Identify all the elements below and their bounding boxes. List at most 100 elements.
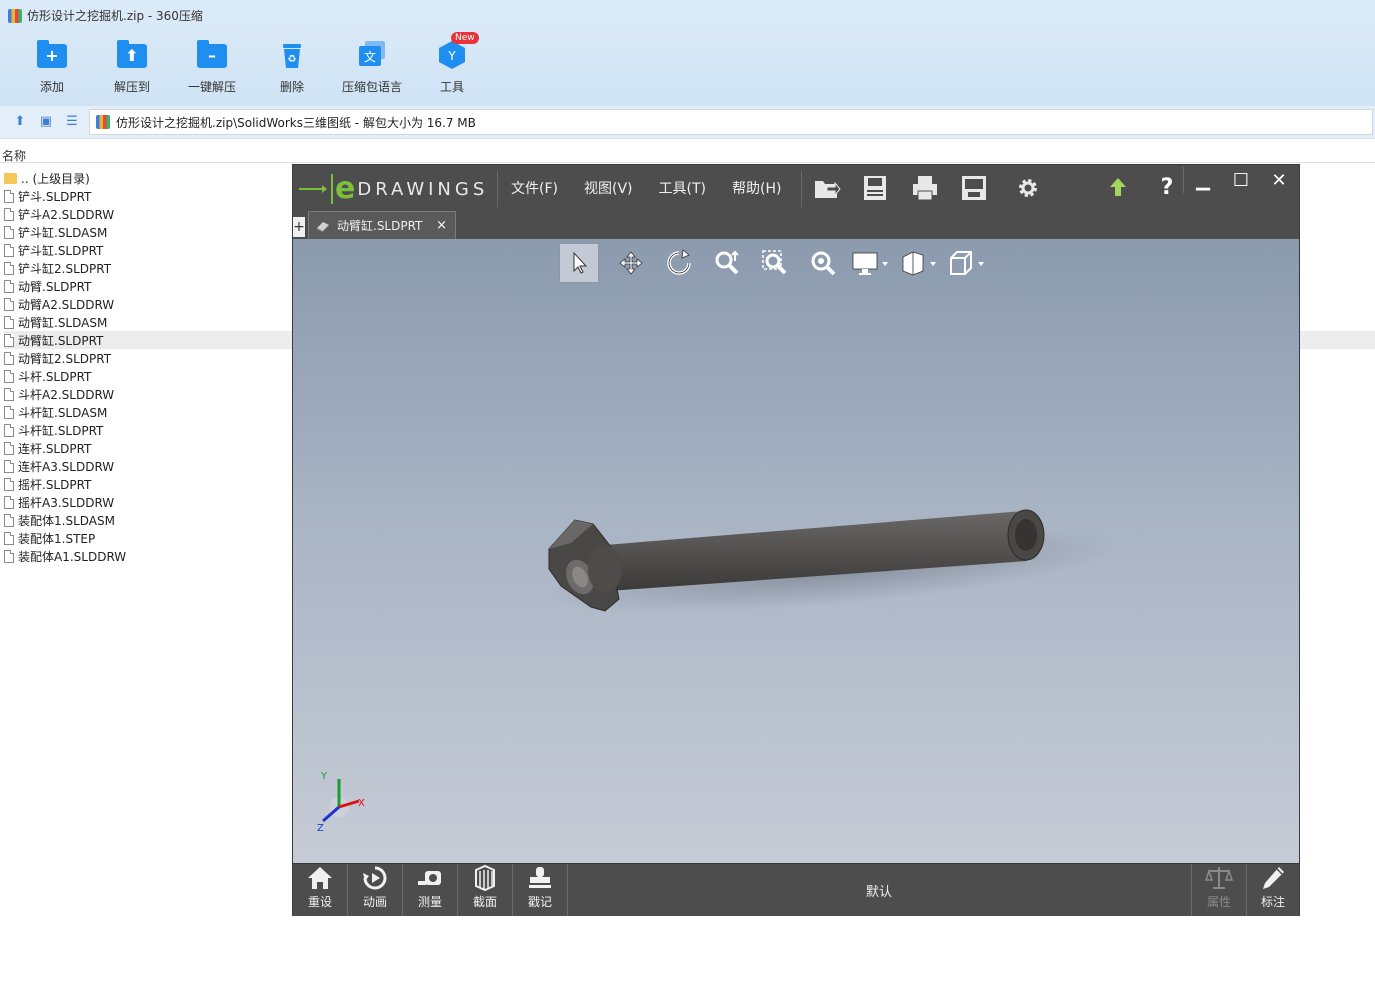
up-arrow-icon[interactable]: ⬆ (13, 115, 27, 129)
menu-view[interactable]: 视图(V) (584, 178, 633, 198)
list-item[interactable]: 动臂A2.SLDDRW (4, 295, 294, 313)
save-icon[interactable] (861, 175, 889, 201)
list-item[interactable]: 动臂缸.SLDASM (4, 313, 294, 331)
stamp-icon (529, 867, 551, 888)
triad-z-label: Z (317, 823, 324, 834)
new-tab-button[interactable]: + (293, 217, 305, 237)
list-item[interactable]: 斗杆.SLDPRT (4, 367, 294, 385)
section-button[interactable]: 截面 (458, 864, 513, 916)
extract-to-button[interactable]: ⬆ 解压到 (92, 38, 172, 95)
list-item[interactable]: 斗杆缸.SLDPRT (4, 421, 294, 439)
3d-viewport[interactable]: Y X Z (293, 239, 1299, 863)
list-item[interactable]: 摇杆.SLDPRT (4, 475, 294, 493)
tools-button[interactable]: Y New 工具 (412, 32, 492, 95)
configuration-name[interactable]: 默认 (567, 864, 1191, 916)
list-item-label: 装配体A1.SLDDRW (18, 549, 127, 564)
list-item[interactable]: 铲斗.SLDPRT (4, 187, 294, 205)
add-label: 添加 (39, 80, 64, 94)
list-item[interactable]: 斗杆缸.SLDASM (4, 403, 294, 421)
menu-bar: 文件(F) 视图(V) 工具(T) 帮助(H) (499, 165, 781, 211)
home-icon (308, 867, 332, 889)
tab-close-icon[interactable]: × (436, 218, 447, 233)
one-click-extract-icon: – (195, 38, 229, 72)
thumbnail-view-icon[interactable]: ▣ (39, 115, 53, 129)
delete-button[interactable]: ♻ 删除 (252, 38, 332, 95)
add-icon: + (35, 38, 69, 72)
window-title-text: 仿形设计之挖掘机.zip - 360压缩 (27, 9, 203, 23)
reset-label: 重设 (307, 895, 332, 909)
file-icon (4, 351, 14, 365)
list-item[interactable]: 斗杆A2.SLDDRW (4, 385, 294, 403)
part-icon (317, 221, 329, 232)
logo-e-icon: e (331, 174, 355, 204)
edrawings-header: e DRAWINGS 文件(F) 视图(V) 工具(T) 帮助(H) ? ▁ ☐… (293, 165, 1299, 211)
pencil-icon (1263, 867, 1284, 889)
list-item[interactable]: 动臂缸2.SLDPRT (4, 349, 294, 367)
list-item-label: .. (上级目录) (21, 171, 90, 186)
list-item[interactable]: 铲斗缸2.SLDPRT (4, 259, 294, 277)
delete-label: 删除 (279, 80, 304, 94)
recycle-bin-icon: ♻ (275, 38, 309, 72)
column-divider (0, 162, 1375, 163)
publish-icon[interactable] (960, 175, 988, 201)
properties-button[interactable]: 属性 (1191, 864, 1247, 916)
open-file-icon[interactable] (813, 175, 841, 201)
file-icon (4, 441, 14, 455)
markup-button[interactable]: 标注 (1246, 864, 1300, 916)
extract-to-label: 解压到 (113, 80, 150, 94)
settings-gear-icon[interactable] (1014, 175, 1042, 201)
list-item-label: 摇杆.SLDPRT (18, 477, 92, 492)
list-item-label: 铲斗缸.SLDASM (18, 225, 108, 240)
help-icon[interactable]: ? (1153, 175, 1181, 201)
list-item-label: 连杆A3.SLDDRW (18, 459, 115, 474)
list-item[interactable]: 铲斗A2.SLDDRW (4, 205, 294, 223)
minimize-icon[interactable]: ▁ (1191, 170, 1215, 191)
menu-tools[interactable]: 工具(T) (659, 178, 706, 198)
animate-label: 动画 (362, 895, 387, 909)
list-item[interactable]: 连杆A3.SLDDRW (4, 457, 294, 475)
file-icon (4, 531, 14, 545)
file-icon (4, 405, 14, 419)
cylinder-model[interactable] (293, 239, 1299, 863)
file-icon (4, 387, 14, 401)
list-item[interactable]: 连杆.SLDPRT (4, 439, 294, 457)
new-badge: New (451, 32, 479, 44)
document-tab[interactable]: 动臂缸.SLDPRT × (308, 211, 456, 239)
add-button[interactable]: + 添加 (12, 38, 92, 95)
animate-button[interactable]: 动画 (348, 864, 403, 916)
list-item-label: 铲斗缸.SLDPRT (18, 243, 104, 258)
edrawings-logo: e DRAWINGS (299, 171, 498, 207)
maximize-icon[interactable]: ☐ (1229, 170, 1253, 191)
stamp-button[interactable]: 戳记 (513, 864, 568, 916)
list-item-label: 斗杆缸.SLDASM (18, 405, 108, 420)
parent-directory-row[interactable]: .. (上级目录) (4, 169, 294, 187)
list-item[interactable]: 铲斗缸.SLDASM (4, 223, 294, 241)
one-click-extract-button[interactable]: – 一键解压 (172, 38, 252, 95)
list-item[interactable]: 摇杆A3.SLDDRW (4, 493, 294, 511)
file-icon (4, 189, 14, 203)
axis-triad-icon: Y X Z (317, 771, 365, 834)
list-item[interactable]: 装配体A1.SLDDRW (4, 547, 294, 565)
list-item[interactable]: 铲斗缸.SLDPRT (4, 241, 294, 259)
file-icon (4, 477, 14, 491)
file-icon (4, 279, 14, 293)
stamp-label: 戳记 (527, 895, 552, 909)
close-window-icon[interactable]: ✕ (1267, 170, 1291, 191)
list-item[interactable]: 动臂.SLDPRT (4, 277, 294, 295)
animate-icon (363, 866, 387, 890)
menu-file[interactable]: 文件(F) (511, 178, 558, 198)
list-item[interactable]: 装配体1.STEP (4, 529, 294, 547)
tools-label: 工具 (439, 80, 464, 94)
list-item-label: 动臂.SLDPRT (18, 279, 92, 294)
print-icon[interactable] (911, 175, 939, 201)
archive-language-button[interactable]: 文 压缩包语言 (332, 38, 412, 95)
list-view-icon[interactable]: ☰ (65, 115, 79, 129)
list-item[interactable]: 装配体1.SLDASM (4, 511, 294, 529)
upgrade-arrow-icon[interactable] (1104, 175, 1132, 201)
reset-button[interactable]: 重设 (293, 864, 348, 916)
measure-button[interactable]: 测量 (403, 864, 458, 916)
address-field[interactable]: 仿形设计之挖掘机.zip\SolidWorks三维图纸 - 解包大小为 16.7… (89, 109, 1373, 135)
menu-help[interactable]: 帮助(H) (732, 178, 781, 198)
archive-toolbar-area: 仿形设计之挖掘机.zip - 360压缩 + 添加 ⬆ 解压到 – 一键解压 ♻… (0, 0, 1375, 106)
logo-word: DRAWINGS (357, 178, 489, 200)
